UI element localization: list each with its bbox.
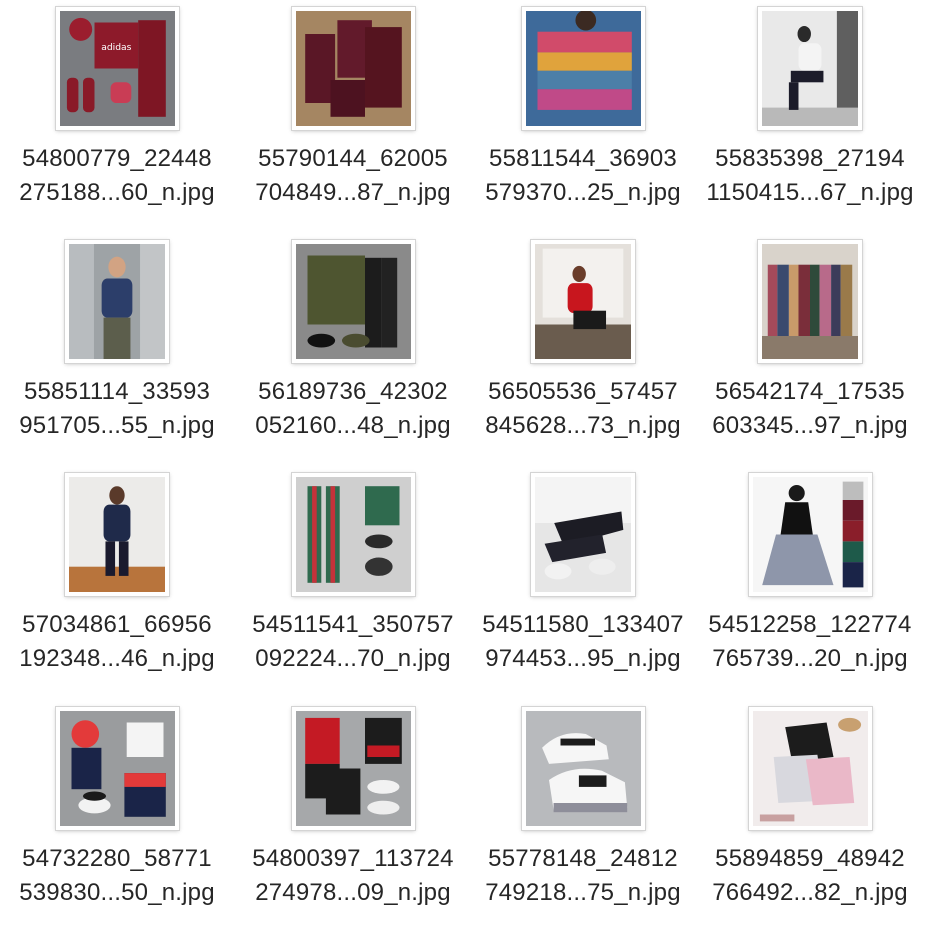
file-item[interactable]: 54800397_113724 274978...09_n.jpg [236, 700, 470, 933]
thumbnail-frame [236, 700, 470, 836]
file-name-label: 55811544_36903 579370...25_n.jpg [466, 142, 700, 210]
file-item[interactable]: 55778148_24812 749218...75_n.jpg [466, 700, 700, 933]
file-item[interactable]: 57034861_66956 192348...46_n.jpg [0, 466, 234, 699]
file-name-label: 55835398_27194 1150415...67_n.jpg [693, 142, 927, 210]
file-item[interactable]: 56189736_42302 052160...48_n.jpg [236, 233, 470, 466]
file-item[interactable]: 55894859_48942 766492...82_n.jpg [693, 700, 927, 933]
file-name-line-1: 56542174_17535 [715, 378, 905, 405]
file-name-line-1: 55811544_36903 [489, 145, 677, 172]
file-name-line-1: 54732280_58771 [22, 845, 212, 872]
image-thumbnail-icon [748, 706, 872, 830]
file-item[interactable]: 54511580_133407 974453...95_n.jpg [466, 466, 700, 699]
file-name-label: 54511541_350757 092224...70_n.jpg [236, 608, 470, 676]
file-name-line-1: 54800397_113724 [252, 845, 454, 872]
svg-text:adidas: adidas [101, 42, 131, 53]
file-name-line-1: 54512258_122774 [708, 611, 912, 638]
file-name-line-2: 539830...50_n.jpg [19, 879, 215, 906]
thumbnail-frame [0, 233, 234, 369]
image-thumbnail-icon [531, 472, 635, 596]
file-name-label: 55790144_62005 704849...87_n.jpg [236, 142, 470, 210]
file-name-line-2: 579370...25_n.jpg [485, 179, 681, 206]
thumbnail-frame [693, 466, 927, 602]
file-item[interactable]: 54512258_122774 765739...20_n.jpg [693, 466, 927, 699]
file-name-line-2: 974453...95_n.jpg [485, 645, 681, 672]
file-name-label: 54800397_113724 274978...09_n.jpg [236, 842, 470, 910]
image-thumbnail-icon [291, 706, 415, 830]
file-name-line-2: 092224...70_n.jpg [255, 645, 451, 672]
image-thumbnail-icon [291, 472, 415, 596]
file-name-label: 56189736_42302 052160...48_n.jpg [236, 375, 470, 443]
thumbnail-frame [0, 466, 234, 602]
thumbnail-frame [693, 0, 927, 136]
image-thumbnail-icon [521, 6, 645, 130]
image-thumbnail-icon: adidas [55, 6, 179, 130]
image-thumbnail-icon [758, 6, 862, 130]
file-name-line-1: 55778148_24812 [488, 845, 678, 872]
image-thumbnail-icon [65, 239, 169, 363]
image-thumbnail-icon [291, 239, 415, 363]
thumbnail-frame [466, 233, 700, 369]
file-item[interactable]: 55811544_36903 579370...25_n.jpg [466, 0, 700, 233]
thumbnail-frame [466, 0, 700, 136]
thumbnail-frame [236, 233, 470, 369]
file-item[interactable]: 56505536_57457 845628...73_n.jpg [466, 233, 700, 466]
file-name-line-2: 052160...48_n.jpg [255, 412, 451, 439]
image-thumbnail-icon [55, 706, 179, 830]
file-name-label: 55851114_33593 951705...55_n.jpg [0, 375, 234, 443]
file-name-label: 56542174_17535 603345...97_n.jpg [693, 375, 927, 443]
file-name-label: 55894859_48942 766492...82_n.jpg [693, 842, 927, 910]
file-name-line-2: 275188...60_n.jpg [19, 179, 215, 206]
image-thumbnail-icon [748, 472, 872, 596]
file-name-line-2: 274978...09_n.jpg [255, 879, 451, 906]
file-name-line-1: 56189736_42302 [258, 378, 448, 405]
file-name-line-1: 54511541_350757 [252, 611, 454, 638]
thumbnail-frame [236, 466, 470, 602]
file-name-line-1: 55894859_48942 [715, 845, 905, 872]
thumbnail-frame [693, 233, 927, 369]
thumbnail-frame [466, 466, 700, 602]
file-item[interactable]: adidas 54800779_22448 275188...60_n.jpg [0, 0, 234, 233]
file-item[interactable]: 55835398_27194 1150415...67_n.jpg [693, 0, 927, 233]
image-thumbnail-icon [521, 706, 645, 830]
file-name-label: 54511580_133407 974453...95_n.jpg [466, 608, 700, 676]
file-name-line-2: 845628...73_n.jpg [485, 412, 681, 439]
file-name-line-1: 55851114_33593 [23, 378, 211, 405]
file-name-label: 54512258_122774 765739...20_n.jpg [693, 608, 927, 676]
thumbnail-frame [693, 700, 927, 836]
file-name-line-1: 54511580_133407 [482, 611, 684, 638]
thumbnail-frame [466, 700, 700, 836]
thumbnail-frame: adidas [0, 0, 234, 136]
file-name-line-1: 57034861_66956 [22, 611, 212, 638]
file-name-label: 55778148_24812 749218...75_n.jpg [466, 842, 700, 910]
file-name-line-2: 192348...46_n.jpg [19, 645, 215, 672]
file-name-label: 54732280_58771 539830...50_n.jpg [0, 842, 234, 910]
file-name-line-2: 765739...20_n.jpg [712, 645, 908, 672]
file-name-line-2: 951705...55_n.jpg [19, 412, 215, 439]
thumbnail-frame [236, 0, 470, 136]
file-name-label: 54800779_22448 275188...60_n.jpg [0, 142, 234, 210]
file-item[interactable]: 55790144_62005 704849...87_n.jpg [236, 0, 470, 233]
thumbnail-frame [0, 700, 234, 836]
file-name-line-2: 749218...75_n.jpg [485, 879, 681, 906]
file-name-line-2: 766492...82_n.jpg [712, 879, 908, 906]
image-thumbnail-icon [758, 239, 862, 363]
file-name-line-2: 1150415...67_n.jpg [706, 179, 914, 206]
file-item[interactable]: 55851114_33593 951705...55_n.jpg [0, 233, 234, 466]
file-item[interactable]: 54511541_350757 092224...70_n.jpg [236, 466, 470, 699]
file-icon-grid: adidas 54800779_22448 275188...60_n.jpg … [0, 0, 947, 935]
file-item[interactable]: 54732280_58771 539830...50_n.jpg [0, 700, 234, 933]
image-thumbnail-icon [65, 472, 169, 596]
file-name-line-1: 54800779_22448 [22, 145, 212, 172]
file-name-line-1: 55790144_62005 [258, 145, 448, 172]
file-name-line-1: 55835398_27194 [715, 145, 905, 172]
file-item[interactable]: 56542174_17535 603345...97_n.jpg [693, 233, 927, 466]
file-name-line-2: 603345...97_n.jpg [712, 412, 908, 439]
file-name-label: 57034861_66956 192348...46_n.jpg [0, 608, 234, 676]
image-thumbnail-icon [531, 239, 635, 363]
image-thumbnail-icon [291, 6, 415, 130]
file-name-label: 56505536_57457 845628...73_n.jpg [466, 375, 700, 443]
file-name-line-1: 56505536_57457 [488, 378, 678, 405]
file-name-line-2: 704849...87_n.jpg [255, 179, 451, 206]
